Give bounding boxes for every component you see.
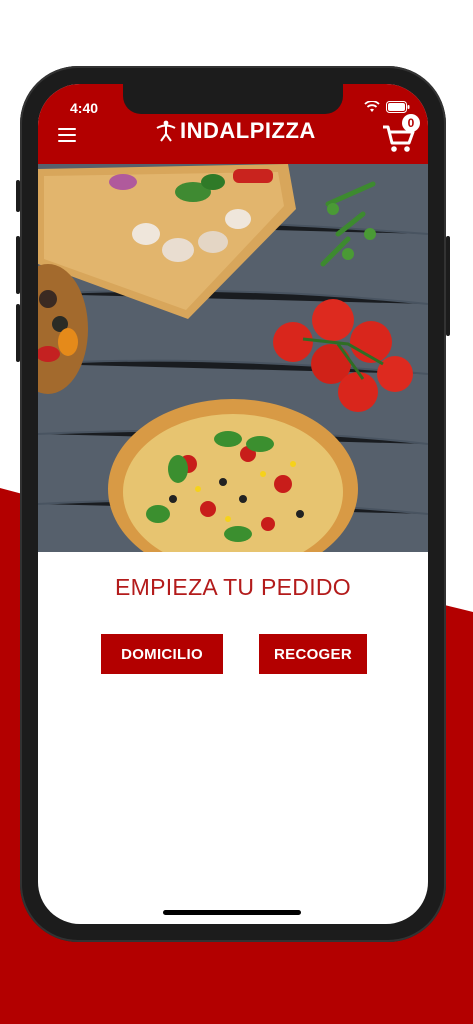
brand-logo: INDALPIZZA — [156, 118, 316, 144]
phone-side-button — [446, 236, 450, 336]
menu-button[interactable] — [58, 128, 76, 142]
page-title: EMPIEZA TU PEDIDO — [115, 574, 351, 600]
phone-notch — [123, 84, 343, 114]
hero-image — [38, 164, 428, 552]
delivery-button[interactable]: DOMICILIO — [101, 634, 223, 674]
wifi-icon — [364, 101, 380, 112]
battery-icon — [386, 101, 410, 113]
status-time: 4:40 — [70, 100, 99, 116]
menu-icon — [58, 128, 76, 142]
status-icons — [364, 100, 410, 114]
cart-count-badge: 0 — [402, 114, 420, 132]
indalo-figure-icon — [156, 120, 176, 142]
pickup-button[interactable]: RECOGER — [259, 634, 367, 674]
app-screen: 4:40 INDALPIZZA 0 EMPIEZA TU PEDIDO DOMI… — [38, 84, 428, 924]
app-header: 4:40 INDALPIZZA 0 — [38, 84, 428, 164]
home-indicator — [163, 910, 301, 915]
cart-button[interactable]: 0 — [382, 114, 422, 154]
brand-name: INDALPIZZA — [180, 118, 316, 143]
